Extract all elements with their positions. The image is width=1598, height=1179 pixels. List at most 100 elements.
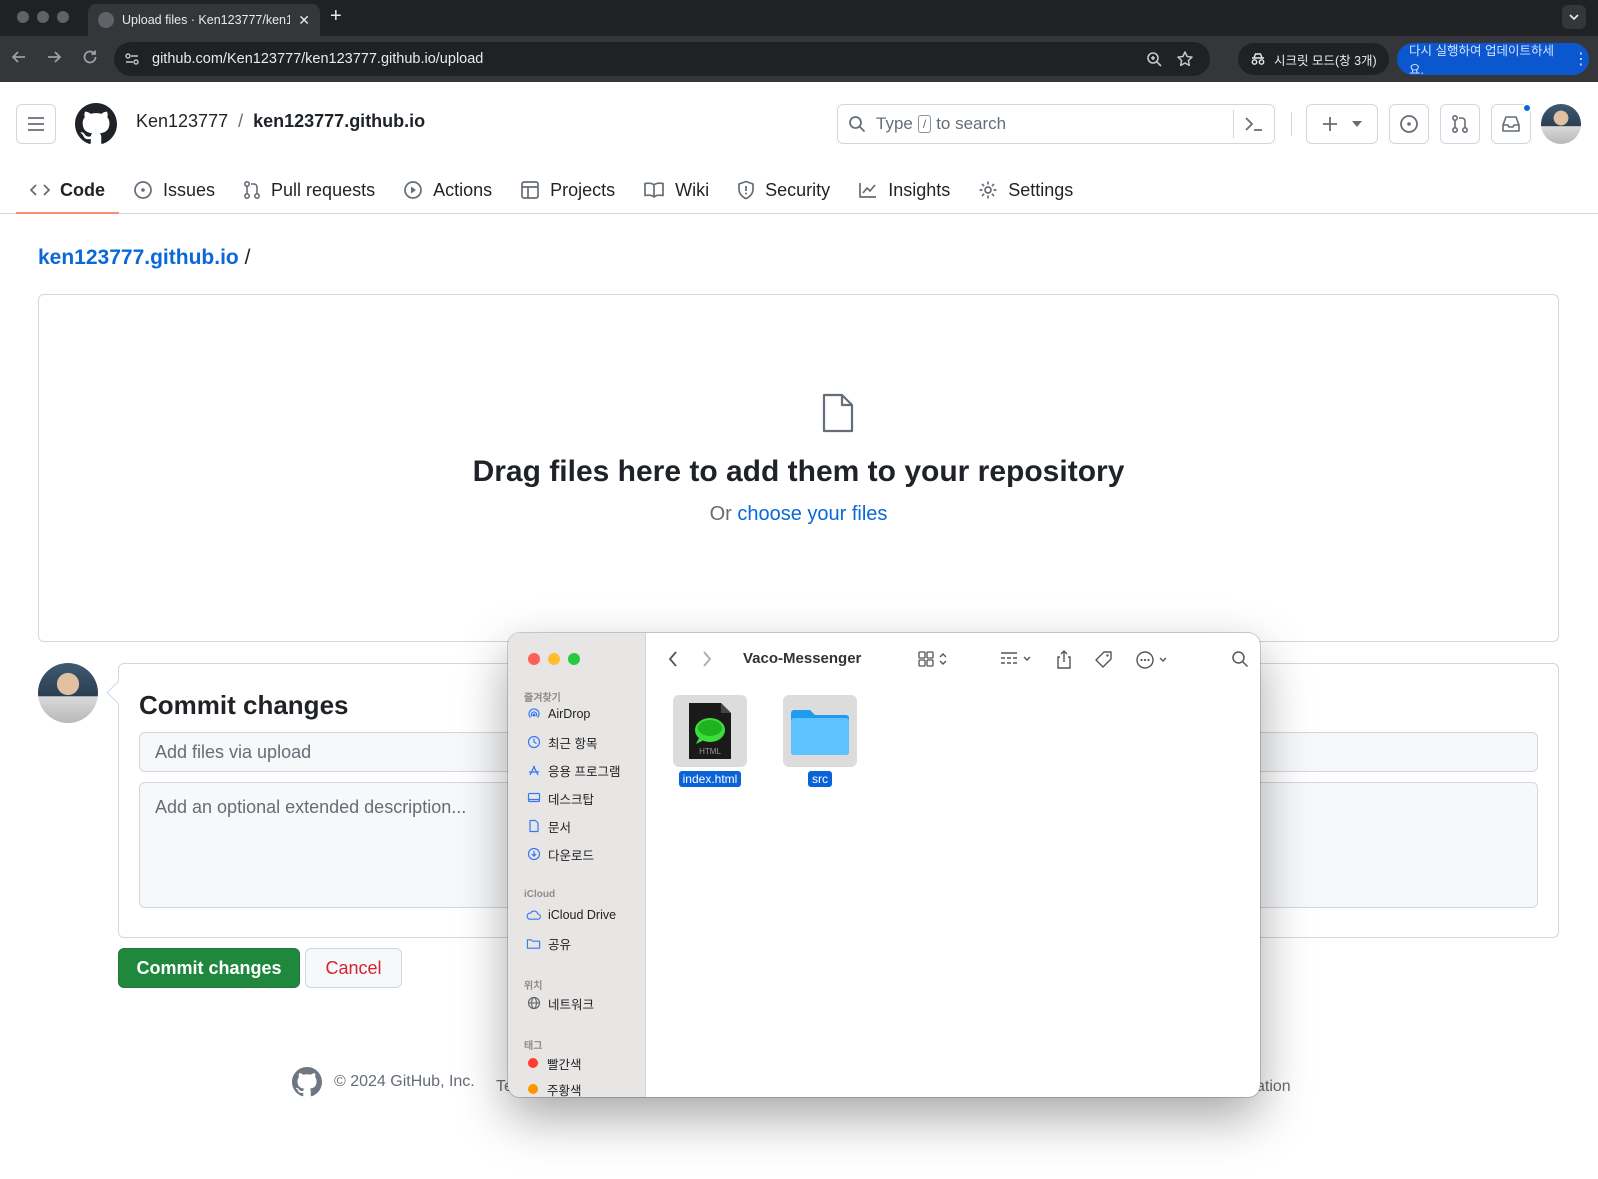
sidebar-item-icloud-drive[interactable]: iCloud Drive <box>526 905 616 925</box>
finder-forward-button[interactable] <box>701 650 713 668</box>
new-tab-button[interactable]: + <box>330 5 342 28</box>
update-button[interactable]: 다시 실행하여 업데이트하세요. ⋮ <box>1397 43 1589 77</box>
tab-code[interactable]: Code <box>16 166 119 214</box>
window-close-button[interactable] <box>17 11 29 23</box>
issue-opened-icon <box>1400 115 1418 133</box>
file-drop-zone[interactable]: Drag files here to add them to your repo… <box>38 294 1559 642</box>
shared-folder-icon <box>526 936 541 951</box>
zoom-icon[interactable] <box>1146 51 1162 67</box>
github-footer-logo-icon[interactable] <box>292 1067 322 1097</box>
address-bar[interactable]: github.com/Ken123777/ken123777.github.io… <box>114 42 1210 76</box>
globe-icon <box>526 996 541 1011</box>
search-input[interactable]: Type / to search <box>837 104 1275 144</box>
finder-back-button[interactable] <box>667 650 679 668</box>
create-new-button[interactable] <box>1306 104 1378 144</box>
graph-icon <box>859 183 877 198</box>
repo-nav: Code Issues Pull requests Actions Projec… <box>16 166 1087 214</box>
view-mode-button[interactable] <box>917 650 948 668</box>
tab-insights-label: Insights <box>888 179 951 200</box>
sidebar-item-applications[interactable]: 응용 프로그램 <box>526 760 620 780</box>
pull-request-icon <box>244 180 261 200</box>
owner-link[interactable]: Ken123777 <box>136 111 228 132</box>
group-button[interactable] <box>999 650 1032 668</box>
airdrop-icon <box>526 707 541 722</box>
tab-pull-requests-label: Pull requests <box>271 179 376 200</box>
sidebar-item-label: 데스크탑 <box>548 792 595 807</box>
more-vert-icon[interactable]: ⋮ <box>1573 49 1589 69</box>
drop-subtitle: Or choose your files <box>39 503 1558 526</box>
pull-requests-button[interactable] <box>1440 104 1480 144</box>
choose-files-link[interactable]: choose your files <box>737 503 887 525</box>
window-minimize-button[interactable] <box>37 11 49 23</box>
tab-pull-requests[interactable]: Pull requests <box>229 166 389 214</box>
tab-projects[interactable]: Projects <box>506 166 629 214</box>
finder-search-button[interactable] <box>1231 650 1249 668</box>
user-avatar[interactable] <box>1541 104 1581 144</box>
bookmark-star-icon[interactable] <box>1176 50 1194 68</box>
sidebar-item-desktop[interactable]: 데스크탑 <box>526 788 594 808</box>
clock-icon <box>526 735 541 750</box>
back-button[interactable] <box>10 48 28 66</box>
hamburger-icon <box>28 117 44 131</box>
drop-title: Drag files here to add them to your repo… <box>472 455 1125 488</box>
tab-insights[interactable]: Insights <box>844 166 964 214</box>
cancel-button[interactable]: Cancel <box>305 948 402 988</box>
finder-close-button[interactable] <box>528 653 540 665</box>
command-palette-button[interactable] <box>1233 110 1264 138</box>
share-button[interactable] <box>1055 650 1073 670</box>
sidebar-item-tag-red[interactable]: 빨간색 <box>526 1053 582 1073</box>
breadcrumb-separator: / <box>238 111 244 131</box>
file-item-index-html[interactable]: HTML index.html <box>670 695 750 787</box>
sidebar-item-recents[interactable]: 최근 항목 <box>526 732 597 752</box>
forward-button[interactable] <box>45 48 63 66</box>
search-suffix: to search <box>936 114 1007 133</box>
browser-toolbar: github.com/Ken123777/ken123777.github.io… <box>0 36 1598 82</box>
tab-close-icon[interactable]: ✕ <box>298 12 310 29</box>
tag-button[interactable] <box>1095 650 1113 668</box>
footer-documentation-link[interactable]: ation <box>1256 1078 1291 1096</box>
inbox-button[interactable] <box>1491 103 1532 144</box>
tab-security[interactable]: Security <box>723 166 844 214</box>
ellipsis-circle-icon <box>1136 651 1154 669</box>
issues-button[interactable] <box>1389 104 1429 144</box>
tab-title: Upload files · Ken123777/ken123777.githu… <box>122 13 291 27</box>
sidebar-item-tag-orange[interactable]: 주황색 <box>526 1079 582 1097</box>
finder-toolbar: Vaco-Messenger <box>647 633 1260 685</box>
tab-wiki[interactable]: Wiki <box>629 166 723 214</box>
tab-actions[interactable]: Actions <box>389 166 506 214</box>
tab-issues[interactable]: Issues <box>119 166 229 214</box>
sidebar-item-downloads[interactable]: 다운로드 <box>526 844 594 864</box>
reload-icon <box>83 50 97 64</box>
tab-settings[interactable]: Settings <box>964 166 1087 214</box>
incognito-indicator[interactable]: 시크릿 모드(창 3개) <box>1238 43 1389 75</box>
menu-button[interactable] <box>16 104 56 144</box>
sidebar-item-shared[interactable]: 공유 <box>526 933 571 953</box>
more-actions-button[interactable] <box>1135 650 1168 670</box>
github-logo-icon[interactable] <box>75 103 117 145</box>
sidebar-section-icloud: iCloud <box>524 889 556 900</box>
tab-settings-label: Settings <box>1008 179 1074 200</box>
sidebar-item-network[interactable]: 네트워크 <box>526 993 594 1013</box>
chevron-updown-icon <box>939 653 947 665</box>
finder-zoom-button[interactable] <box>568 653 580 665</box>
html-file-icon: HTML <box>673 695 747 767</box>
chevron-down-icon <box>1569 14 1579 21</box>
commit-changes-button[interactable]: Commit changes <box>118 948 300 988</box>
commit-title: Commit changes <box>139 690 349 720</box>
sidebar-item-airdrop[interactable]: AirDrop <box>526 704 590 724</box>
sidebar-section-locations: 위치 <box>524 981 543 992</box>
search-icon <box>849 116 866 133</box>
file-item-src[interactable]: src <box>780 695 860 787</box>
sidebar-item-documents[interactable]: 문서 <box>526 816 571 836</box>
browser-tab[interactable]: Upload files · Ken123777/ken123777.githu… <box>88 4 320 36</box>
finder-minimize-button[interactable] <box>548 653 560 665</box>
tab-search-button[interactable] <box>1562 5 1586 29</box>
breadcrumb-repo-link[interactable]: ken123777.github.io <box>38 246 239 269</box>
tab-wiki-label: Wiki <box>675 179 710 200</box>
window-zoom-button[interactable] <box>57 11 69 23</box>
reload-button[interactable] <box>81 48 99 66</box>
site-settings-icon[interactable] <box>124 51 140 67</box>
tag-icon <box>1095 651 1112 668</box>
repo-link[interactable]: ken123777.github.io <box>253 111 425 132</box>
search-prefix: Type <box>876 114 913 133</box>
